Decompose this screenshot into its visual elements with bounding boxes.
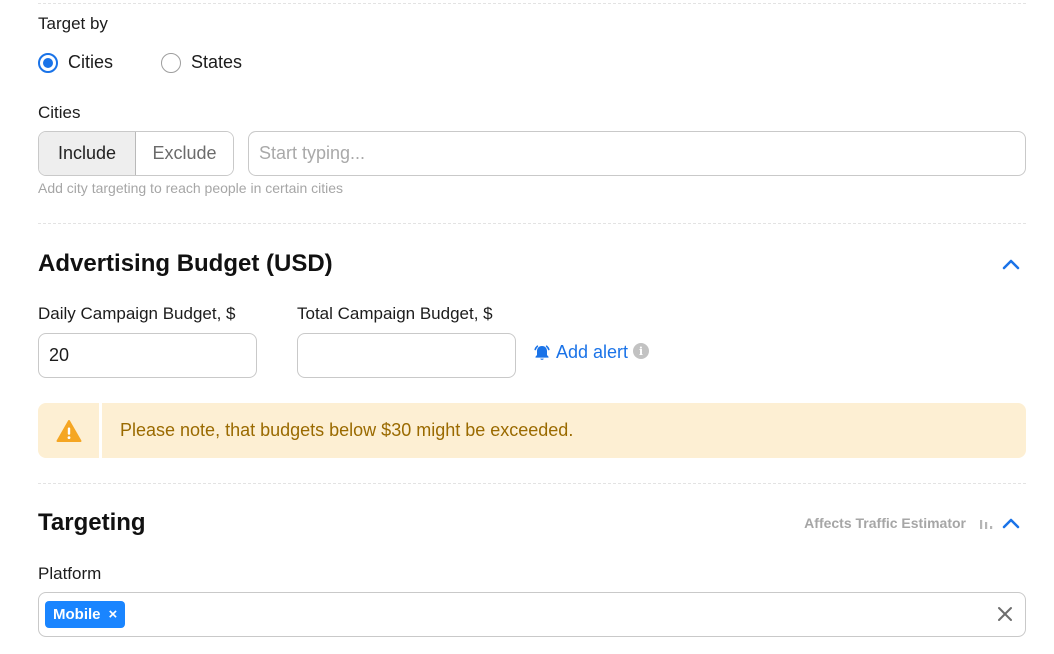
info-icon[interactable]: i: [633, 343, 649, 359]
exclude-button[interactable]: Exclude: [136, 132, 233, 175]
chevron-up-icon[interactable]: [1002, 258, 1020, 270]
daily-budget-value: 20: [49, 345, 70, 365]
radio-states-indicator[interactable]: [161, 52, 182, 73]
warning-text: Please note, that budgets below $30 migh…: [120, 420, 574, 440]
chevron-up-icon[interactable]: [1002, 517, 1020, 529]
add-alert-link[interactable]: Add alert: [532, 342, 628, 363]
platform-chip-mobile: Mobile ×: [45, 601, 126, 628]
total-budget-input[interactable]: [297, 333, 516, 378]
daily-budget-input[interactable]: 20: [38, 333, 257, 378]
section-divider: [38, 483, 1026, 484]
section-divider: [38, 223, 1026, 224]
add-alert-label[interactable]: Add alert: [556, 342, 628, 363]
target-by-label: Target by: [38, 14, 108, 33]
chip-label: Mobile: [53, 606, 101, 623]
bar-chart-icon: [980, 520, 993, 529]
platform-select[interactable]: Mobile ×: [38, 592, 1026, 637]
daily-budget-label: Daily Campaign Budget, $: [38, 304, 236, 323]
platform-label: Platform: [38, 564, 102, 583]
include-exclude-toggle: Include Exclude: [38, 131, 234, 176]
warning-icon: [56, 419, 81, 442]
radio-states[interactable]: States: [161, 52, 242, 73]
cities-help-text: Add city targeting to reach people in ce…: [38, 180, 344, 196]
radio-cities-indicator[interactable]: [38, 52, 58, 73]
include-button[interactable]: Include: [39, 132, 136, 175]
radio-cities[interactable]: Cities: [38, 52, 113, 73]
radio-states-label[interactable]: States: [191, 52, 242, 73]
bell-icon: [534, 344, 550, 360]
top-divider: [38, 3, 1026, 4]
radio-cities-label[interactable]: Cities: [68, 52, 113, 73]
affects-traffic-estimator-label: Affects Traffic Estimator: [804, 515, 966, 531]
warning-icon-container: [38, 403, 102, 458]
cities-search-placeholder: Start typing...: [259, 143, 366, 163]
targeting-section-title: Targeting: [38, 509, 146, 536]
total-budget-label: Total Campaign Budget, $: [297, 304, 493, 323]
cities-search-input[interactable]: Start typing...: [248, 131, 1026, 176]
budget-section-title: Advertising Budget (USD): [38, 250, 333, 277]
cities-label: Cities: [38, 103, 81, 122]
budget-warning-banner: Please note, that budgets below $30 migh…: [38, 403, 1026, 458]
chip-remove-button[interactable]: ×: [109, 606, 118, 623]
close-icon[interactable]: [995, 604, 1015, 624]
target-by-radio-group: Cities States: [38, 52, 290, 73]
